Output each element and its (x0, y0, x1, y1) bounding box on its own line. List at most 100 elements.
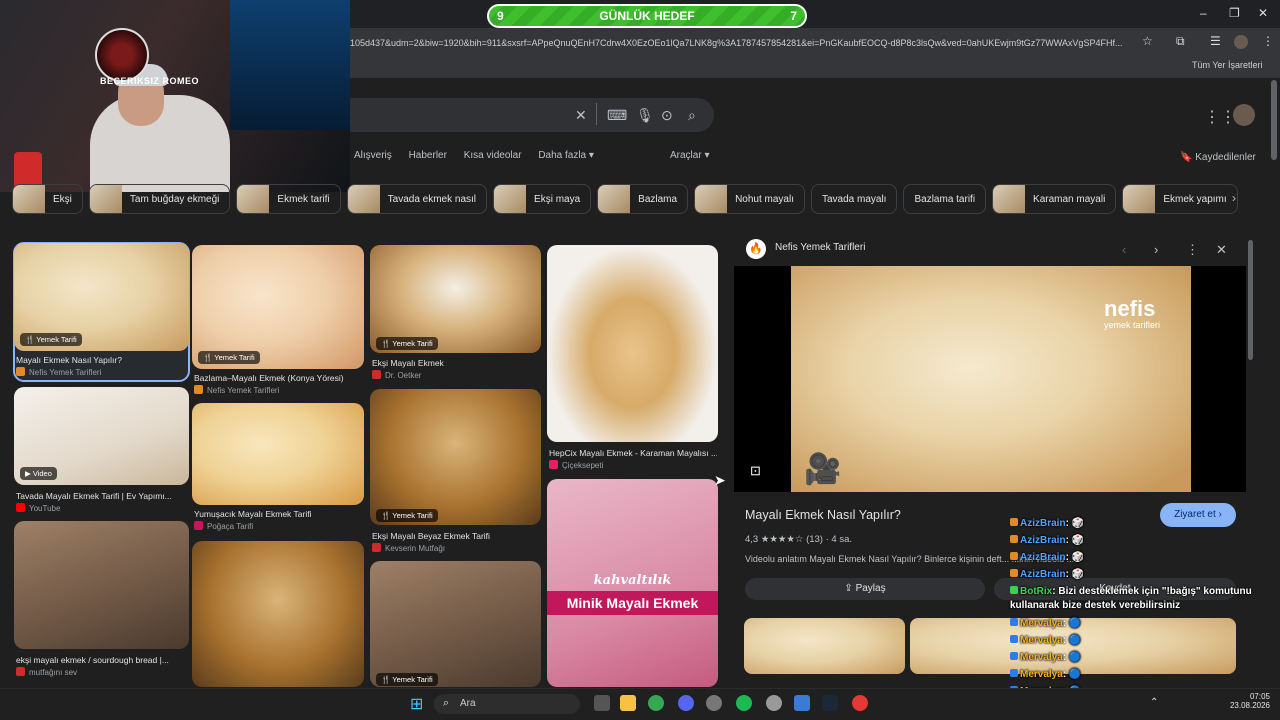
result-source[interactable]: Çiçeksepeti (549, 460, 603, 470)
chevron-right-icon[interactable]: › (1154, 242, 1158, 257)
result-card-4[interactable]: ▶ Video Tavada Mayalı Ekmek Tarifi | Ev … (14, 387, 189, 515)
system-clock[interactable]: 07:05 23.08.2026 (1218, 692, 1270, 710)
result-card-7[interactable]: ekşi mayalı ekmek / sourdough bread |...… (14, 521, 189, 681)
chip-10[interactable]: Ekmek yapımı (1122, 184, 1238, 214)
result-source[interactable]: Kevserin Mutfağı (372, 543, 445, 553)
result-image[interactable] (192, 403, 364, 505)
result-card-2[interactable]: 🍴 Yemek Tarifi Bazlama–Mayalı Ekmek (Kon… (192, 245, 364, 397)
chip-6[interactable]: Nohut mayalı (694, 184, 805, 214)
microphone-icon[interactable]: 🎙 (636, 107, 654, 124)
result-source[interactable]: mutfağını sev (16, 667, 77, 677)
search-input[interactable] (350, 98, 714, 132)
result-title[interactable]: Mayalı Ekmek Nasıl Yapılır? (16, 355, 188, 365)
chip-thumbnail (598, 185, 631, 213)
spotify-icon[interactable] (736, 695, 752, 711)
share-button[interactable]: ⇪ Paylaş (745, 578, 985, 600)
discord-icon[interactable] (678, 695, 694, 711)
result-card-8[interactable] (192, 541, 364, 687)
more-options-icon[interactable]: ⋮ (1186, 242, 1199, 258)
google-account-avatar[interactable] (1233, 104, 1255, 126)
chat-badge-icon (1010, 535, 1018, 543)
result-card-11[interactable]: kahvaltılık Minik Mayalı Ekmek (547, 479, 718, 687)
result-source[interactable]: YouTube (16, 503, 60, 513)
tab-short-videos[interactable]: Kısa videolar (464, 150, 522, 161)
profile-avatar[interactable] (1234, 35, 1248, 49)
recipe-badge: 🍴 Yemek Tarifi (198, 351, 260, 364)
result-image[interactable] (192, 541, 364, 687)
tray-chevron-icon[interactable]: ⌃ (1150, 697, 1158, 708)
keyboard-icon[interactable]: ⌨ (607, 107, 627, 124)
result-title[interactable]: Ekşi Mayalı Beyaz Ekmek Tarifi (372, 531, 544, 541)
chip-9[interactable]: Karaman mayali (992, 184, 1117, 214)
result-image[interactable] (547, 245, 718, 442)
result-title[interactable]: ekşi mayalı ekmek / sourdough bread |... (16, 655, 188, 665)
nefis-logo-sub: yemek tarifleri (1104, 320, 1161, 330)
chip-3[interactable]: Tavada ekmek nasıl (346, 184, 488, 214)
result-source[interactable]: Dr. Oetker (372, 370, 421, 380)
page-scrollbar[interactable] (1271, 80, 1277, 160)
app-icon-3[interactable] (852, 695, 868, 711)
chip-7[interactable]: Tavada mayalı (810, 184, 898, 214)
result-title[interactable]: Tavada Mayalı Ekmek Tarifi | Ev Yapımı..… (16, 491, 188, 501)
windows-start-icon[interactable]: ⊞ (410, 694, 423, 714)
tools-button[interactable]: Araçlar ▾ (670, 150, 709, 161)
clear-icon[interactable]: ✕ (575, 107, 587, 124)
result-card-3[interactable]: 🍴 Yemek Tarifi Ekşi Mayalı Ekmek Dr. Oet… (370, 245, 541, 382)
media-icon[interactable]: ☰ (1210, 34, 1221, 48)
panel-scrollbar[interactable] (1248, 240, 1253, 360)
result-image[interactable] (370, 561, 541, 687)
maximize-button[interactable]: ❐ (1229, 6, 1240, 20)
result-source[interactable]: Nefis Yemek Tarifleri (194, 385, 279, 395)
lens-icon[interactable]: ⊙ (661, 107, 673, 124)
result-card-10[interactable]: HepCix Mayalı Ekmek - Karaman Mayalısı .… (547, 245, 718, 473)
result-card-9[interactable]: 🍴 Yemek Tarifi (370, 561, 541, 687)
result-card-6[interactable]: 🍴 Yemek Tarifi Ekşi Mayalı Beyaz Ekmek T… (370, 389, 541, 555)
close-window-button[interactable]: ✕ (1258, 6, 1268, 20)
app-icon-2[interactable] (794, 695, 810, 711)
chat-text: : 🎲 (1065, 518, 1085, 529)
tab-news[interactable]: Haberler (409, 150, 447, 161)
star-icon[interactable]: ☆ (1142, 34, 1153, 48)
related-thumb-1[interactable] (744, 618, 905, 674)
taskbar-search[interactable]: Ara (434, 694, 580, 714)
chip-0[interactable]: Ekşi (12, 184, 83, 214)
all-bookmarks-link[interactable]: Tüm Yer İşaretleri (1192, 60, 1263, 70)
steam-icon[interactable] (822, 695, 838, 711)
panel-title[interactable]: Mayalı Ekmek Nasıl Yapılır? (745, 508, 901, 522)
url-text[interactable]: 105d437&udm=2&biw=1920&bih=911&sxsrf=APp… (350, 33, 1140, 53)
chip-2[interactable]: Ekmek tarifi (236, 184, 341, 214)
obs-icon[interactable] (766, 695, 782, 711)
result-image[interactable] (14, 521, 189, 649)
result-title[interactable]: Yumuşacık Mayalı Ekmek Tarifi (194, 509, 366, 519)
apps-grid-icon[interactable]: ⋮⋮ (1204, 107, 1236, 127)
chip-8[interactable]: Bazlama tarifi (903, 184, 987, 214)
extensions-icon[interactable]: ⧉ (1176, 34, 1185, 49)
chip-5[interactable]: Bazlama (597, 184, 689, 214)
chip-4[interactable]: Ekşi maya (493, 184, 592, 214)
menu-icon[interactable]: ⋮ (1262, 34, 1274, 48)
chip-1[interactable]: Tam buğday ekmeği (88, 184, 231, 214)
result-title[interactable]: HepCix Mayalı Ekmek - Karaman Mayalısı .… (549, 448, 717, 458)
panel-source-name[interactable]: Nefis Yemek Tarifleri (775, 242, 865, 253)
chevron-left-icon[interactable]: ‹ (1122, 242, 1126, 257)
file-explorer-icon[interactable] (620, 695, 636, 711)
lens-search-icon[interactable]: ⊡ (750, 463, 761, 479)
tab-shopping[interactable]: Alışveriş (354, 150, 392, 161)
search-icon[interactable]: ⌕ (688, 107, 696, 124)
minimize-button[interactable]: – (1200, 6, 1207, 20)
result-card-5[interactable]: Yumuşacık Mayalı Ekmek Tarifi Poğaça Tar… (192, 403, 364, 535)
result-card-1[interactable]: 🍴 Yemek Tarifi Mayalı Ekmek Nasıl Yapılı… (13, 242, 190, 382)
chrome-icon[interactable] (648, 695, 664, 711)
result-source[interactable]: Nefis Yemek Tarifleri (16, 367, 101, 377)
saved-button[interactable]: 🔖 Kaydedilenler (1180, 152, 1256, 163)
result-title[interactable]: Ekşi Mayalı Ekmek (372, 358, 544, 368)
close-panel-icon[interactable]: ✕ (1216, 242, 1227, 258)
result-source[interactable]: Poğaça Tarifi (194, 521, 253, 531)
task-view-icon[interactable] (594, 695, 610, 711)
chat-badge-icon (1010, 552, 1018, 560)
tab-more[interactable]: Daha fazla ▾ (538, 150, 594, 161)
result-image[interactable] (370, 389, 541, 525)
chevron-right-icon[interactable]: › (1232, 191, 1236, 205)
result-title[interactable]: Bazlama–Mayalı Ekmek (Konya Yöresi) (194, 373, 366, 383)
app-icon[interactable] (706, 695, 722, 711)
